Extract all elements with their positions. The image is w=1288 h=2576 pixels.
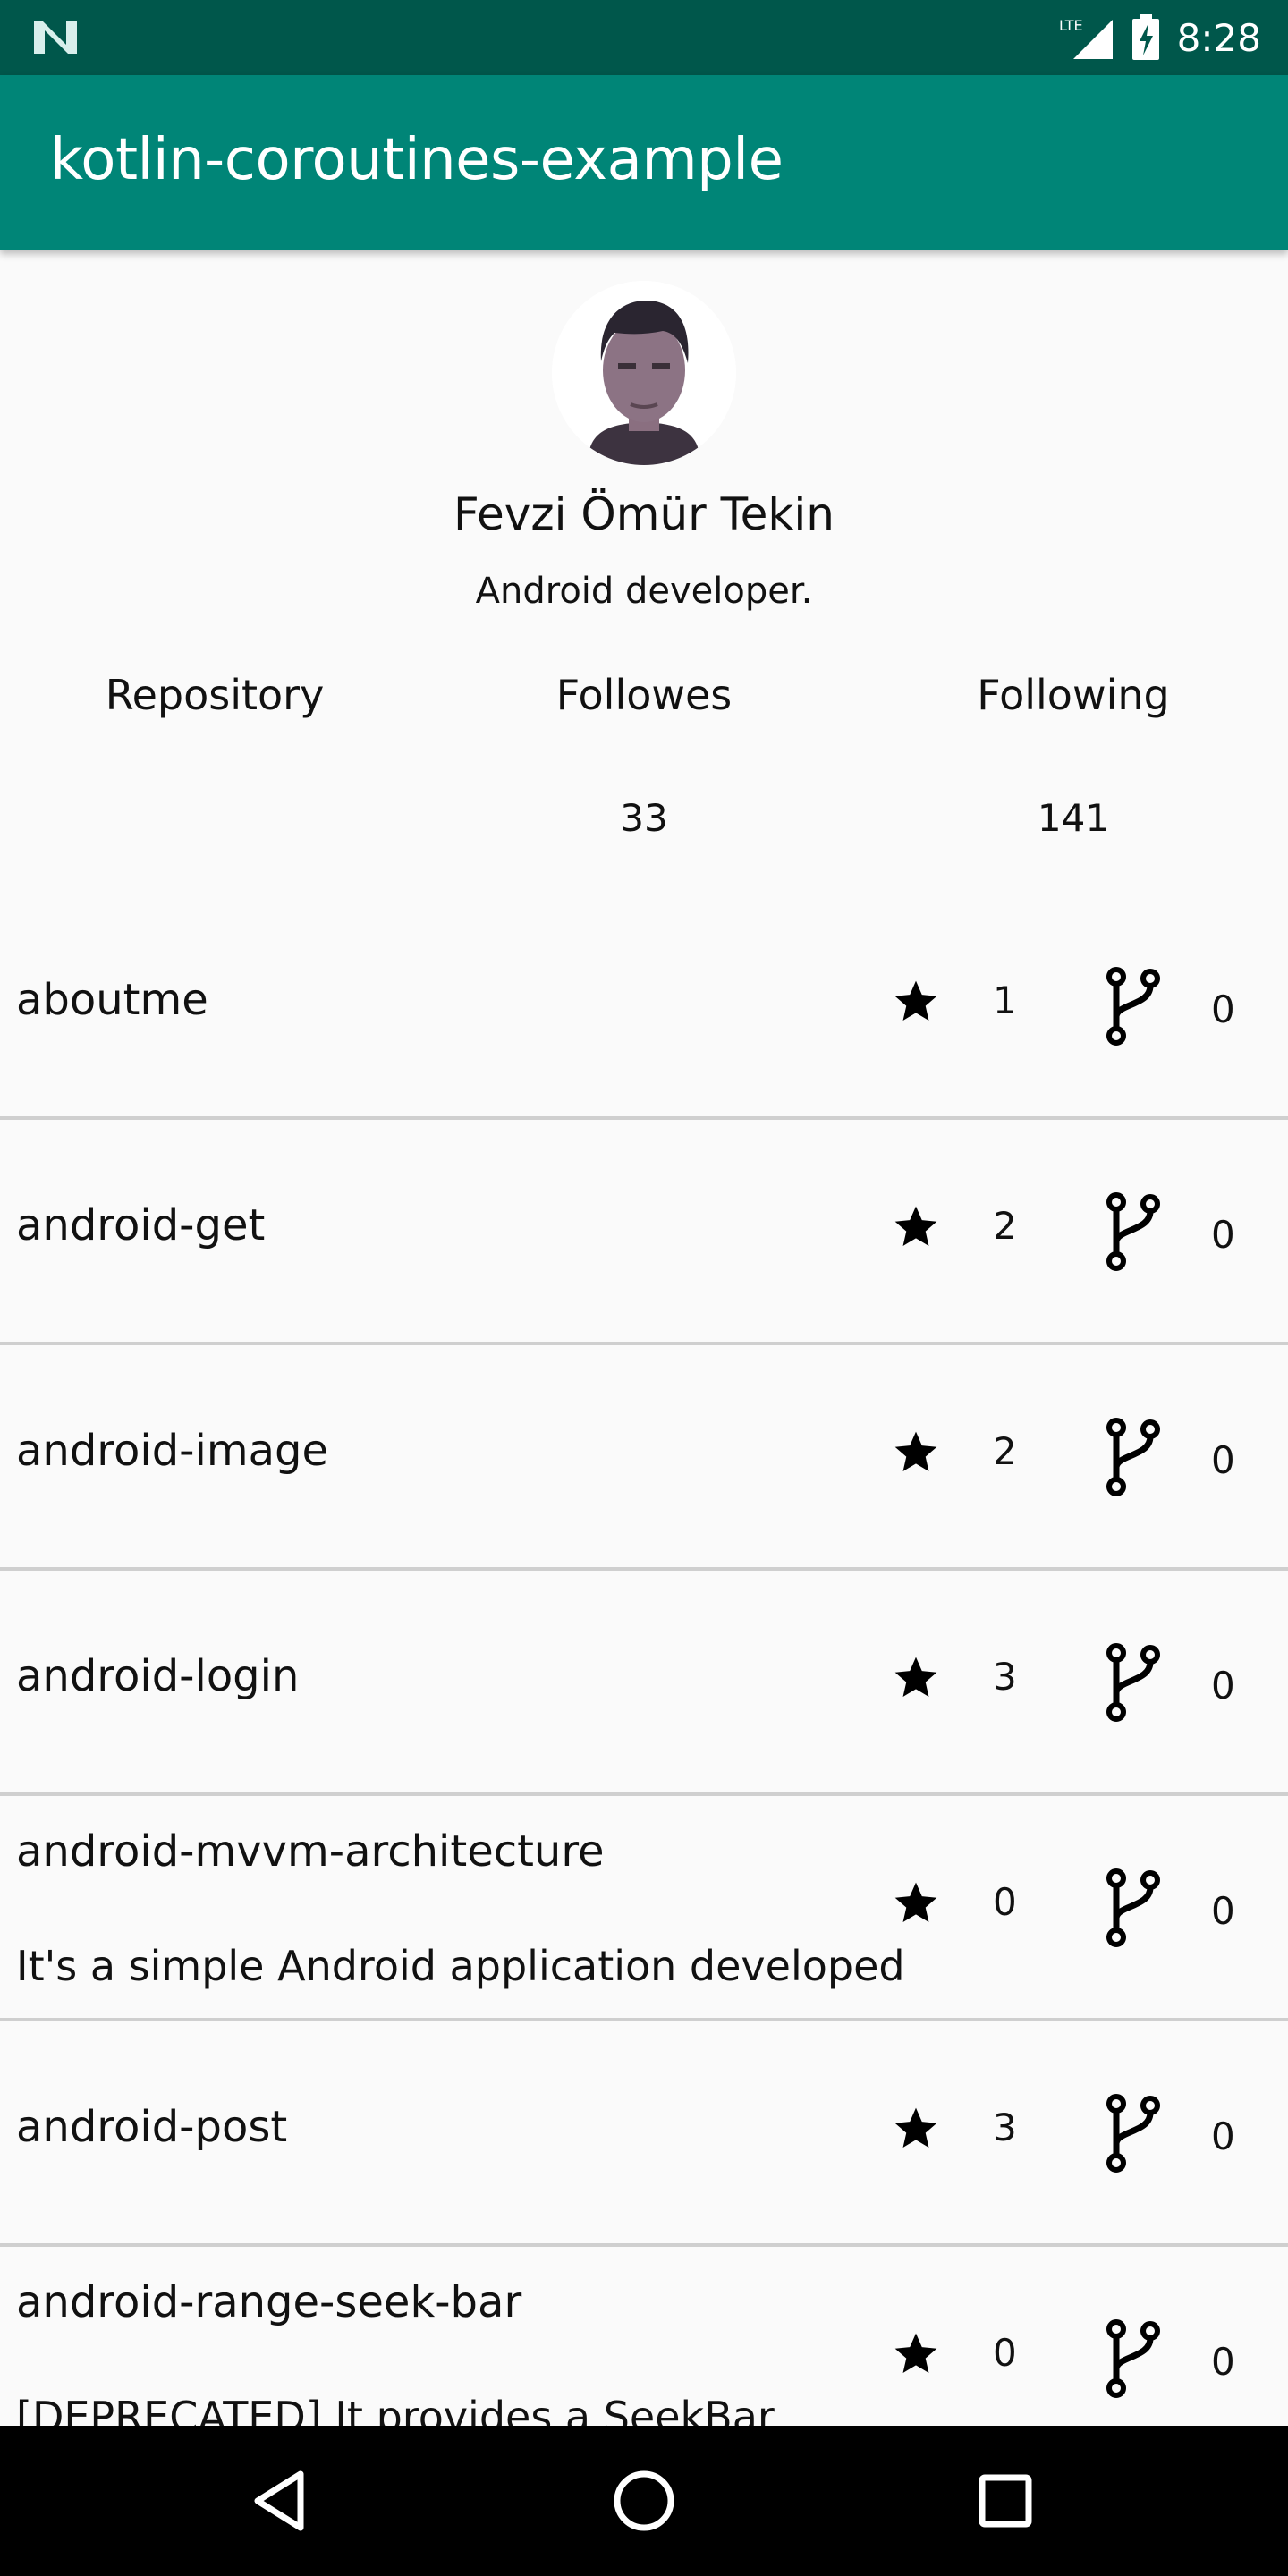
star-icon bbox=[894, 2107, 937, 2148]
star-count: 0 bbox=[993, 1880, 1017, 1924]
star-icon bbox=[894, 2333, 937, 2373]
repo-list: aboutme 1 0 android-get 2 0 android-imag… bbox=[0, 894, 1288, 2472]
stat-following-value: 141 bbox=[1037, 796, 1110, 840]
home-icon[interactable] bbox=[608, 2465, 680, 2537]
stat-followers-label: Followes bbox=[555, 671, 733, 719]
star-icon bbox=[894, 1882, 937, 1922]
fork-count: 0 bbox=[1211, 1438, 1235, 1482]
battery-charging-icon bbox=[1131, 14, 1159, 60]
fork-icon bbox=[1106, 2319, 1160, 2398]
avatar[interactable] bbox=[552, 281, 736, 465]
star-count: 1 bbox=[993, 979, 1017, 1022]
fork-icon bbox=[1106, 1192, 1160, 1271]
repo-description: It's a simple Android application develo… bbox=[16, 1942, 905, 1990]
repo-name: android-image bbox=[16, 1426, 328, 1476]
fork-count: 0 bbox=[1211, 2114, 1235, 2158]
stat-followers-value: 33 bbox=[620, 796, 668, 840]
fork-count: 0 bbox=[1211, 2340, 1235, 2384]
status-bar: LTE 8:28 bbox=[0, 0, 1288, 75]
star-count: 3 bbox=[993, 2106, 1017, 2149]
repo-row-android-login[interactable]: android-login 3 0 bbox=[0, 1571, 1288, 1796]
fork-icon bbox=[1106, 1418, 1160, 1496]
repo-row-android-image[interactable]: android-image 2 0 bbox=[0, 1345, 1288, 1571]
app-bar: kotlin-coroutines-example bbox=[0, 75, 1288, 250]
recents-icon[interactable] bbox=[970, 2465, 1041, 2537]
repo-name: android-get bbox=[16, 1200, 266, 1250]
star-count: 3 bbox=[993, 1655, 1017, 1699]
star-count: 0 bbox=[993, 2331, 1017, 2375]
fork-count: 0 bbox=[1211, 1213, 1235, 1257]
star-icon bbox=[894, 1657, 937, 1697]
fork-count: 0 bbox=[1211, 1664, 1235, 1707]
profile-name: Fevzi Ömür Tekin bbox=[453, 488, 835, 540]
repo-row-aboutme[interactable]: aboutme 1 0 bbox=[0, 894, 1288, 1120]
star-icon bbox=[894, 1431, 937, 1471]
star-icon bbox=[894, 1206, 937, 1246]
navigation-bar bbox=[0, 2426, 1288, 2576]
stat-following-label: Following bbox=[977, 671, 1170, 719]
star-count: 2 bbox=[993, 1429, 1017, 1473]
stat-repository-label: Repository bbox=[105, 671, 325, 719]
notification-n-icon bbox=[34, 21, 77, 54]
lte-signal-icon: LTE bbox=[1059, 17, 1113, 59]
fork-icon bbox=[1106, 1643, 1160, 1722]
status-time: 8:28 bbox=[1176, 15, 1261, 60]
fork-icon bbox=[1106, 967, 1160, 1046]
app-title: kotlin-coroutines-example bbox=[50, 127, 784, 193]
star-count: 2 bbox=[993, 1204, 1017, 1248]
avatar-image bbox=[552, 281, 736, 465]
back-icon[interactable] bbox=[247, 2465, 318, 2537]
status-icons: LTE 8:28 bbox=[1059, 0, 1261, 75]
fork-count: 0 bbox=[1211, 1889, 1235, 1933]
profile-bio: Android developer. bbox=[475, 571, 813, 612]
repo-name: android-range-seek-bar bbox=[16, 2277, 522, 2327]
repo-row-android-get[interactable]: android-get 2 0 bbox=[0, 1120, 1288, 1345]
fork-icon bbox=[1106, 2094, 1160, 2173]
repo-name: android-mvvm-architecture bbox=[16, 1826, 605, 1877]
fork-count: 0 bbox=[1211, 987, 1235, 1031]
star-icon bbox=[894, 980, 937, 1021]
network-label: LTE bbox=[1059, 17, 1083, 34]
profile-header: Fevzi Ömür Tekin Android developer. Repo… bbox=[0, 250, 1288, 877]
repo-row-android-mvvm-architecture[interactable]: android-mvvm-architecture It's a simple … bbox=[0, 1796, 1288, 2021]
fork-icon bbox=[1106, 1868, 1160, 1947]
repo-name: android-login bbox=[16, 1651, 300, 1701]
repo-name: aboutme bbox=[16, 975, 208, 1025]
repo-name: android-post bbox=[16, 2102, 288, 2152]
repo-row-android-post[interactable]: android-post 3 0 bbox=[0, 2021, 1288, 2247]
